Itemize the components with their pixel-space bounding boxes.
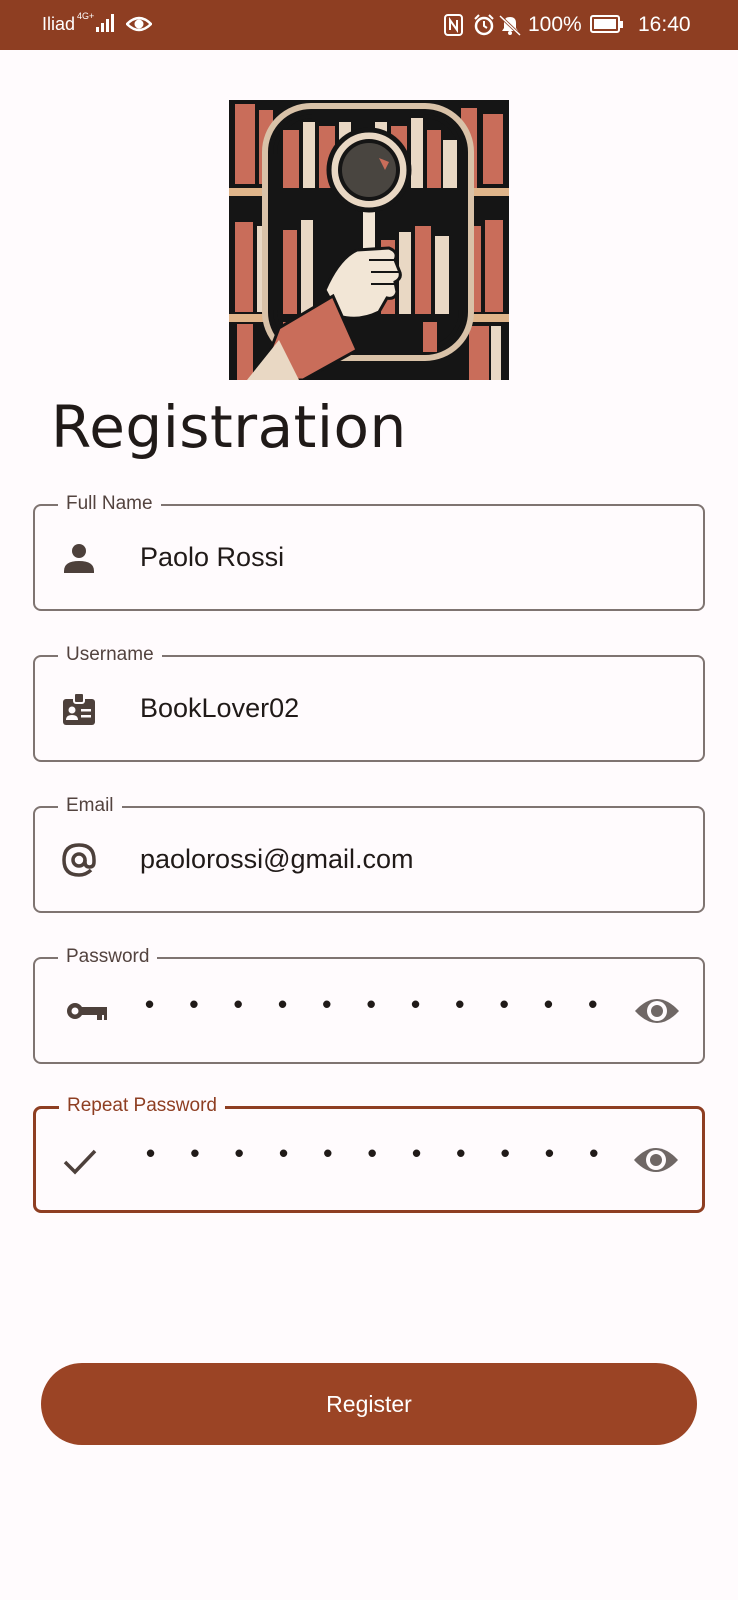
- username-input[interactable]: BookLover02: [140, 693, 299, 724]
- signal-icon: [96, 14, 118, 32]
- password-input[interactable]: • • • • • • • • • • •: [145, 989, 611, 1020]
- network-type-label: 4G+: [77, 11, 95, 21]
- alarm-icon: [474, 14, 494, 36]
- carrier-label: Iliad: [42, 14, 76, 34]
- badge-icon: [63, 692, 95, 725]
- battery-icon: [590, 15, 623, 33]
- nfc-icon: [444, 14, 463, 36]
- repeat-password-field[interactable]: Repeat Password • • • • • • • • • • •: [33, 1095, 705, 1213]
- register-button[interactable]: Register: [41, 1363, 697, 1445]
- person-icon: [64, 544, 94, 573]
- battery-percentage: 100%: [528, 13, 582, 36]
- clock: 16:40: [638, 13, 691, 36]
- eye-comfort-icon: [126, 16, 152, 32]
- toggle-password-visibility-icon[interactable]: [634, 991, 680, 1031]
- status-bar: Iliad 4G+ 100% 16:40: [0, 0, 738, 50]
- repeat-password-input[interactable]: • • • • • • • • • • •: [146, 1138, 612, 1169]
- status-icons: [444, 14, 522, 36]
- app-logo: [229, 100, 509, 380]
- page-title: Registration: [51, 393, 407, 461]
- username-label: Username: [58, 644, 162, 666]
- password-field[interactable]: Password • • • • • • • • • • •: [33, 946, 705, 1064]
- check-icon: [63, 1149, 97, 1175]
- repeat-password-label: Repeat Password: [59, 1095, 225, 1117]
- email-input[interactable]: paolorossi@gmail.com: [140, 844, 414, 875]
- bell-muted-icon: [498, 14, 522, 36]
- full-name-input[interactable]: Paolo Rossi: [140, 542, 284, 573]
- email-field[interactable]: Email paolorossi@gmail.com: [33, 795, 705, 913]
- username-field[interactable]: Username BookLover02: [33, 644, 705, 762]
- toggle-repeat-password-visibility-icon[interactable]: [633, 1140, 679, 1180]
- at-icon: [62, 843, 96, 877]
- key-icon: [67, 1003, 107, 1020]
- email-label: Email: [58, 795, 122, 817]
- password-label: Password: [58, 946, 158, 968]
- full-name-label: Full Name: [58, 493, 161, 515]
- full-name-field[interactable]: Full Name Paolo Rossi: [33, 493, 705, 611]
